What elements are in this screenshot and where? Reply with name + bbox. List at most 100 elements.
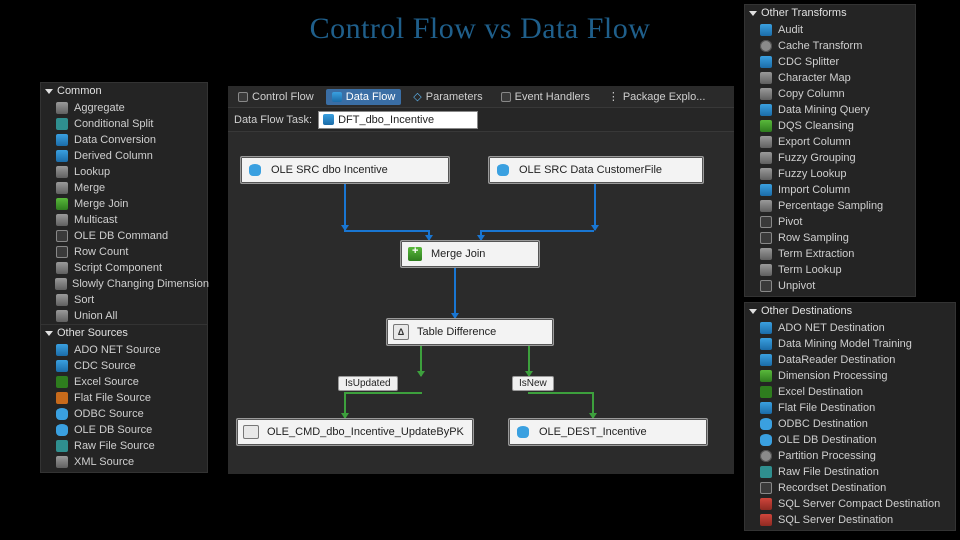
toolbox-item-label: Export Column	[778, 135, 851, 149]
connector[interactable]	[420, 346, 422, 376]
ole-db-command-icon	[55, 229, 69, 243]
tab-event-handlers[interactable]: Event Handlers	[495, 89, 596, 105]
node-label: OLE_CMD_dbo_Incentive_UpdateByPK	[267, 426, 464, 438]
sql-server-destination-icon	[759, 513, 773, 527]
toolbox-item[interactable]: Excel Destination	[745, 384, 955, 400]
toolbox-item[interactable]: DataReader Destination	[745, 352, 955, 368]
connector[interactable]	[428, 230, 430, 240]
connector[interactable]	[480, 230, 594, 232]
connector[interactable]	[344, 184, 346, 230]
toolbox-item-label: Union All	[74, 309, 117, 323]
panel-header-other-transforms[interactable]: Other Transforms	[745, 5, 915, 21]
node-ole-dest-incentive[interactable]: OLE_DEST_Incentive	[508, 418, 708, 446]
connector[interactable]	[344, 230, 430, 232]
toolbox-item[interactable]: Term Lookup	[745, 262, 915, 278]
tab-data-flow[interactable]: Data Flow	[326, 89, 402, 105]
toolbox-item-label: Derived Column	[74, 149, 153, 163]
toolbox-item[interactable]: ADO NET Destination	[745, 320, 955, 336]
toolbox-item[interactable]: Row Sampling	[745, 230, 915, 246]
toolbox-item[interactable]: Fuzzy Lookup	[745, 166, 915, 182]
node-ole-src-incentive[interactable]: OLE SRC dbo Incentive	[240, 156, 450, 184]
connector[interactable]	[344, 392, 422, 394]
toolbox-item[interactable]: DQS Cleansing	[745, 118, 915, 134]
node-table-difference[interactable]: Δ Table Difference	[386, 318, 554, 346]
toolbox-item[interactable]: OLE DB Destination	[745, 432, 955, 448]
toolbox-item[interactable]: XML Source	[41, 454, 207, 470]
toolbox-item[interactable]: Import Column	[745, 182, 915, 198]
toolbox-item[interactable]: Raw File Destination	[745, 464, 955, 480]
toolbox-item[interactable]: Lookup	[41, 164, 207, 180]
export-column-icon	[759, 135, 773, 149]
task-label: Data Flow Task:	[234, 114, 312, 126]
connector[interactable]	[344, 392, 346, 418]
toolbox-item[interactable]: Script Component	[41, 260, 207, 276]
tab-parameters[interactable]: ◇ Parameters	[407, 88, 488, 105]
design-canvas[interactable]: OLE SRC dbo Incentive OLE SRC Data Custo…	[228, 132, 734, 474]
toolbox-item[interactable]: Raw File Source	[41, 438, 207, 454]
connector[interactable]	[592, 392, 594, 418]
toolbox-item-label: Excel Source	[74, 375, 139, 389]
dqs-cleansing-icon	[759, 119, 773, 133]
tab-control-flow[interactable]: Control Flow	[232, 89, 320, 105]
toolbox-item[interactable]: Slowly Changing Dimension	[41, 276, 207, 292]
fuzzy-grouping-icon	[759, 151, 773, 165]
toolbox-item[interactable]: Sort	[41, 292, 207, 308]
toolbox-item[interactable]: Row Count	[41, 244, 207, 260]
toolbox-item[interactable]: Flat File Destination	[745, 400, 955, 416]
toolbox-item[interactable]: Merge	[41, 180, 207, 196]
toolbox-item[interactable]: Pivot	[745, 214, 915, 230]
toolbox-item[interactable]: Cache Transform	[745, 38, 915, 54]
node-ole-cmd-update[interactable]: OLE_CMD_dbo_Incentive_UpdateByPK	[236, 418, 474, 446]
toolbox-item[interactable]: SQL Server Destination	[745, 512, 955, 528]
toolbox-item[interactable]: Data Mining Query	[745, 102, 915, 118]
toolbox-item[interactable]: CDC Splitter	[745, 54, 915, 70]
tab-package-explorer[interactable]: ⋮ Package Explo...	[602, 88, 712, 105]
toolbox-item[interactable]: Derived Column	[41, 148, 207, 164]
connector[interactable]	[454, 268, 456, 318]
toolbox-item[interactable]: Audit	[745, 22, 915, 38]
toolbox-item[interactable]: Data Conversion	[41, 132, 207, 148]
sort-icon	[55, 293, 69, 307]
toolbox-item[interactable]: Unpivot	[745, 278, 915, 294]
toolbox-item[interactable]: SQL Server Compact Destination	[745, 496, 955, 512]
toolbox-list-other-destinations: ADO NET DestinationData Mining Model Tra…	[745, 319, 955, 530]
toolbox-item[interactable]: Union All	[41, 308, 207, 324]
flat-file-destination-icon	[759, 401, 773, 415]
panel-header-other-destinations[interactable]: Other Destinations	[745, 303, 955, 319]
toolbox-item[interactable]: Conditional Split	[41, 116, 207, 132]
term-extraction-icon	[759, 247, 773, 261]
toolbox-item[interactable]: Term Extraction	[745, 246, 915, 262]
task-selector[interactable]: DFT_dbo_Incentive	[318, 111, 478, 129]
toolbox-item[interactable]: Partition Processing	[745, 448, 955, 464]
toolbox-item[interactable]: ADO NET Source	[41, 342, 207, 358]
toolbox-item[interactable]: CDC Source	[41, 358, 207, 374]
toolbox-item[interactable]: Merge Join	[41, 196, 207, 212]
toolbox-item[interactable]: Multicast	[41, 212, 207, 228]
path-label-isupdated[interactable]: IsUpdated	[338, 376, 398, 391]
panel-header-other-sources[interactable]: Other Sources	[41, 325, 207, 341]
caret-down-icon	[749, 11, 757, 16]
toolbox-item[interactable]: Aggregate	[41, 100, 207, 116]
toolbox-item[interactable]: OLE DB Source	[41, 422, 207, 438]
toolbox-item[interactable]: OLE DB Command	[41, 228, 207, 244]
node-merge-join[interactable]: + Merge Join	[400, 240, 540, 268]
toolbox-item[interactable]: ODBC Source	[41, 406, 207, 422]
toolbox-item[interactable]: Fuzzy Grouping	[745, 150, 915, 166]
connector[interactable]	[528, 392, 594, 394]
toolbox-item[interactable]: Export Column	[745, 134, 915, 150]
toolbox-item[interactable]: Percentage Sampling	[745, 198, 915, 214]
path-label-isnew[interactable]: IsNew	[512, 376, 554, 391]
toolbox-item[interactable]: ODBC Destination	[745, 416, 955, 432]
connector[interactable]	[480, 230, 482, 240]
connector[interactable]	[594, 184, 596, 230]
toolbox-item[interactable]: Recordset Destination	[745, 480, 955, 496]
toolbox-item[interactable]: Character Map	[745, 70, 915, 86]
panel-header-common[interactable]: Common	[41, 83, 207, 99]
node-ole-src-customerfile[interactable]: OLE SRC Data CustomerFile	[488, 156, 704, 184]
toolbox-item[interactable]: Flat File Source	[41, 390, 207, 406]
toolbox-item[interactable]: Data Mining Model Training	[745, 336, 955, 352]
toolbox-item[interactable]: Copy Column	[745, 86, 915, 102]
connector[interactable]	[528, 346, 530, 376]
toolbox-item[interactable]: Dimension Processing	[745, 368, 955, 384]
toolbox-item[interactable]: Excel Source	[41, 374, 207, 390]
